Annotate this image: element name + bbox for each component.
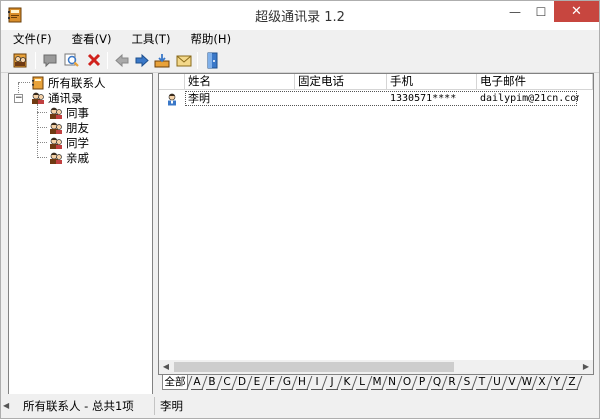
app-window: 超级通讯录 1.2 — ☐ ✕ 文件(F) 查看(V) 工具(T) 帮助(H) <box>0 0 600 419</box>
cell-name: 李明 <box>188 92 210 105</box>
toolbar-separator <box>107 52 108 69</box>
toolbar-separator <box>35 52 36 69</box>
alphabet-tab[interactable]: 全部 <box>162 375 188 390</box>
column-header-name[interactable]: 姓名 <box>185 74 295 90</box>
tree-item-address-book[interactable]: 通讯录 <box>31 90 83 105</box>
cell-mobile: 1330571**** <box>390 93 457 104</box>
people-group-icon <box>50 122 62 134</box>
scroll-right-arrow-icon[interactable]: ▶ <box>579 360 593 374</box>
tree-connector <box>37 112 47 113</box>
menu-tools[interactable]: 工具(T) <box>119 30 178 48</box>
cell-email: dailypim@21cn.com <box>480 93 579 104</box>
people-group-icon <box>50 152 62 164</box>
tree-item-label: 亲戚 <box>66 150 89 165</box>
tree-item-all-contacts[interactable]: 所有联系人 <box>31 75 106 90</box>
contact-list[interactable]: 姓名 固定电话 手机 电子邮件 李明 1330571**** dailypim@… <box>158 73 594 375</box>
arrow-left-icon[interactable] <box>113 52 131 69</box>
tree-item-label: 朋友 <box>66 120 89 135</box>
tree-item-relatives[interactable]: 亲戚 <box>49 150 89 165</box>
tree-connector <box>37 157 47 158</box>
menu-view[interactable]: 查看(V) <box>60 30 120 48</box>
tree-collapse-toggle[interactable]: − <box>14 94 23 103</box>
menu-help[interactable]: 帮助(H) <box>178 30 239 48</box>
tree-scroll-left-arrow-icon[interactable]: ◀ <box>3 398 13 415</box>
status-divider <box>154 397 155 415</box>
envelope-icon[interactable] <box>175 52 193 69</box>
tree-item-friends[interactable]: 朋友 <box>49 120 89 135</box>
people-group-icon <box>32 92 44 104</box>
status-left-text: 所有联系人 - 总共1项 <box>23 399 134 413</box>
tree-item-label: 同学 <box>66 135 89 150</box>
column-header-icon[interactable] <box>159 74 185 90</box>
close-button[interactable]: ✕ <box>554 1 599 22</box>
scrollbar-thumb[interactable] <box>174 362 454 372</box>
tree-item-label: 所有联系人 <box>48 75 106 90</box>
table-row[interactable]: 李明 1330571**** dailypim@21cn.com <box>159 91 579 107</box>
column-header-email[interactable]: 电子邮件 <box>477 74 593 90</box>
delete-red-x-icon[interactable] <box>85 52 103 69</box>
inbox-tray-icon[interactable] <box>153 52 171 69</box>
status-right-text: 李明 <box>160 399 183 413</box>
people-group-icon <box>50 107 62 119</box>
door-exit-icon[interactable] <box>203 52 221 69</box>
alphabet-tab-strip: 全部 A B C D E F G H I J K L M N O P Q R S T U V W X Y Z <box>158 375 594 391</box>
contact-tree[interactable]: 所有联系人 − 通讯录 同事 朋友 同学 亲戚 <box>8 73 153 395</box>
tree-connector <box>37 127 47 128</box>
list-header: 姓名 固定电话 手机 电子邮件 <box>159 74 593 90</box>
toolbar <box>1 48 599 73</box>
menu-bar: 文件(F) 查看(V) 工具(T) 帮助(H) <box>1 30 599 48</box>
people-group-icon <box>50 137 62 149</box>
menu-file[interactable]: 文件(F) <box>1 30 60 48</box>
scroll-left-arrow-icon[interactable]: ◀ <box>159 360 173 374</box>
maximize-button[interactable]: ☐ <box>528 1 554 22</box>
toolbar-separator <box>197 52 198 69</box>
chat-bubble-icon[interactable] <box>41 52 59 69</box>
tree-item-colleagues[interactable]: 同事 <box>49 105 89 120</box>
person-icon <box>168 93 176 106</box>
tree-connector <box>37 142 47 143</box>
address-book-icon <box>32 76 44 89</box>
status-bar: ◀ 所有联系人 - 总共1项 李明 <box>1 394 599 418</box>
arrow-right-icon[interactable] <box>133 52 151 69</box>
tree-connector <box>18 82 30 83</box>
tree-item-label: 同事 <box>66 105 89 120</box>
search-edit-icon[interactable] <box>63 52 81 69</box>
column-header-landline[interactable]: 固定电话 <box>295 74 387 90</box>
horizontal-scrollbar[interactable]: ◀ ▶ <box>159 360 593 374</box>
minimize-button[interactable]: — <box>502 1 528 22</box>
address-book-contacts-icon[interactable] <box>11 52 29 69</box>
column-header-mobile[interactable]: 手机 <box>387 74 477 90</box>
title-bar[interactable]: 超级通讯录 1.2 — ☐ ✕ <box>1 1 599 30</box>
tree-item-label: 通讯录 <box>48 90 83 105</box>
cell-landline <box>295 92 387 106</box>
tree-item-classmates[interactable]: 同学 <box>49 135 89 150</box>
